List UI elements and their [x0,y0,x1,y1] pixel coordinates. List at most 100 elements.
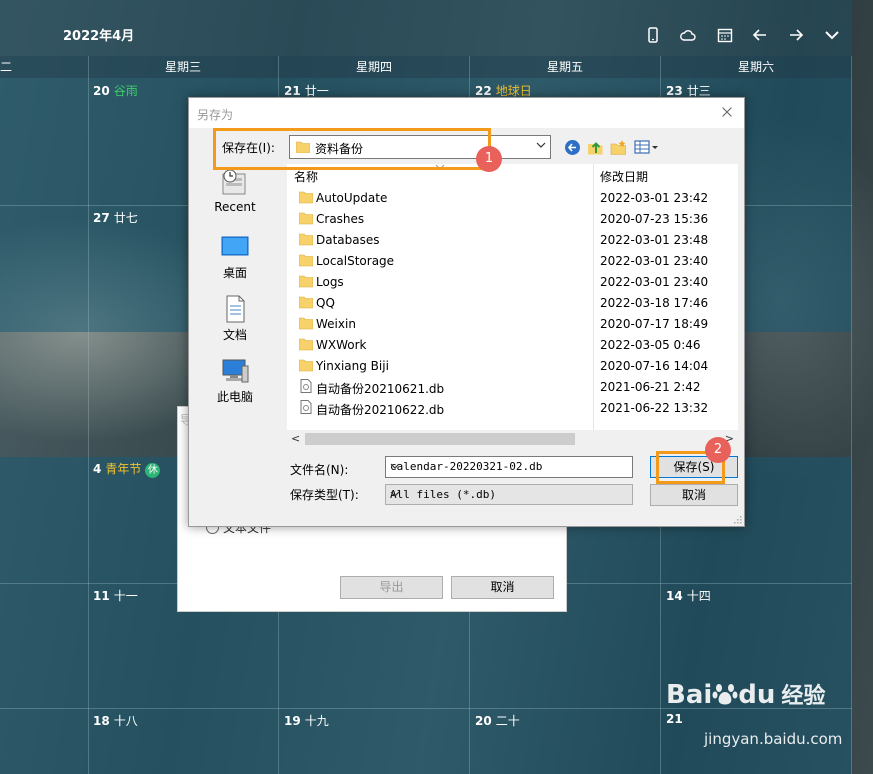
horizontal-scrollbar[interactable]: < > [287,430,738,448]
day-number: 4 [93,462,102,476]
column-header-date[interactable]: 修改日期 [600,168,648,185]
step-badge-2: 2 [705,437,731,463]
filename-input[interactable]: calendar-20220321-02.db [385,456,633,478]
watermark-url: jingyan.baidu.com [704,730,843,748]
cancel-button[interactable]: 取消 [650,484,738,506]
day-lunar: 廿三 [686,84,711,98]
holiday-badge: 休 [145,463,161,478]
file-date: 2022-03-01 23:48 [600,233,709,247]
computer-icon [222,359,249,383]
day-number: 21 [284,84,301,98]
file-date: 2021-06-21 2:42 [600,380,701,394]
calendar-day[interactable]: 27 廿七 [93,209,138,226]
file-date: 2022-03-01 23:40 [600,275,709,289]
file-name: Crashes [316,212,365,226]
calendar-day[interactable]: 20 谷雨 [93,82,138,99]
file-row[interactable]: Yinxiang Biji 2020-07-16 14:04 [287,355,738,376]
day-lunar: 地球日 [495,84,532,98]
arrow-right-icon[interactable] [787,26,807,44]
place-recent[interactable]: Recent [195,168,275,214]
folder-icon [298,232,314,246]
arrow-left-icon[interactable] [751,26,771,44]
grid-line [88,56,89,774]
weekday-label: 二 [0,60,13,74]
calendar-day[interactable]: 18 十八 [93,712,138,729]
highlight-box-save-in [213,128,491,170]
file-row[interactable]: Databases 2022-03-01 23:48 [287,229,738,250]
close-icon[interactable] [720,104,736,120]
place-desktop[interactable]: 桌面 [195,232,275,281]
new-folder-icon[interactable] [610,139,628,155]
weekday-label: 星期三 [164,60,201,74]
file-date: 2022-03-01 23:42 [600,191,709,205]
file-icon [299,379,313,393]
file-row[interactable]: 自动备份20210622.db 2021-06-22 13:32 [287,397,738,418]
file-list[interactable]: 名称 修改日期 AutoUpdate 2022-03-01 23:42 Crashe… [287,164,738,448]
calendar-day[interactable]: 11 十一 [93,587,138,604]
file-date: 2022-03-05 0:46 [600,338,701,352]
calendar-month-title: 2022年4月 [63,29,135,44]
recent-icon [222,169,246,195]
file-row[interactable]: 自动备份20210621.db 2021-06-21 2:42 [287,376,738,397]
place-this-pc[interactable]: 此电脑 [195,356,275,405]
file-name: Weixin [316,317,356,331]
day-number: 20 [475,714,492,728]
filetype-select[interactable]: All files (*.db) [385,484,633,505]
file-name: Yinxiang Biji [316,359,389,373]
file-row[interactable]: Crashes 2020-07-23 15:36 [287,208,738,229]
file-row[interactable]: QQ 2022-03-18 17:46 [287,292,738,313]
folder-icon [298,358,314,372]
day-lunar: 谷雨 [113,84,138,98]
view-menu-icon[interactable] [634,139,660,155]
folder-icon [298,190,314,204]
export-cancel-button[interactable]: 取消 [451,576,554,599]
calendar-header: 2022年4月 [0,0,852,56]
calendar-day[interactable]: 19 十九 [284,712,329,729]
chevron-down-icon[interactable] [390,460,628,475]
grid-line [851,56,852,774]
calendar-day[interactable]: 20 二十 [475,712,520,729]
calendar-day[interactable]: 4 青年节休 [93,460,161,478]
filename-label: 文件名(N): [290,463,349,477]
paw-icon [712,684,738,705]
phone-icon[interactable] [644,26,664,44]
file-row[interactable]: WXWork 2022-03-05 0:46 [287,334,738,355]
file-name: LocalStorage [316,254,395,268]
day-lunar: 青年节 [105,462,142,476]
documents-icon [226,295,245,323]
dialog-titlebar: 另存为 [189,98,744,128]
chevron-down-icon[interactable] [823,26,843,44]
folder-icon [298,274,314,288]
scroll-thumb[interactable] [305,433,575,445]
file-name: WXWork [316,338,367,352]
day-number: 11 [93,589,110,603]
calendar-icon[interactable] [716,26,736,44]
file-row[interactable]: LocalStorage 2022-03-01 23:40 [287,250,738,271]
file-row[interactable]: Logs 2022-03-01 23:40 [287,271,738,292]
file-name: 自动备份20210621.db [316,382,445,396]
place-documents[interactable]: 文档 [195,294,275,343]
cloud-icon[interactable] [679,26,699,44]
day-number: 21 [666,712,683,726]
resize-grip-icon[interactable] [732,514,742,524]
place-label: 文档 [222,328,247,342]
day-number: 23 [666,84,683,98]
file-row[interactable]: Weixin 2020-07-17 18:49 [287,313,738,334]
calendar-day[interactable]: 14 十四 [666,587,711,604]
scroll-left-icon[interactable]: < [291,432,300,445]
day-lunar: 十四 [686,589,711,603]
column-header-name[interactable]: 名称 [294,168,318,185]
file-name: 自动备份20210622.db [316,403,445,417]
back-icon[interactable] [564,139,582,155]
weekday-row: 二 星期三 星期四 星期五 星期六 [0,56,852,78]
file-row[interactable]: AutoUpdate 2022-03-01 23:42 [287,187,738,208]
calendar-day[interactable]: 21 [666,712,687,726]
export-button[interactable]: 导出 [340,576,443,599]
day-lunar: 廿一 [304,84,329,98]
day-number: 14 [666,589,683,603]
file-name: AutoUpdate [316,191,388,205]
up-folder-icon[interactable] [587,139,605,155]
file-icon [299,400,313,414]
folder-icon [298,211,314,225]
day-lunar: 二十 [495,714,520,728]
